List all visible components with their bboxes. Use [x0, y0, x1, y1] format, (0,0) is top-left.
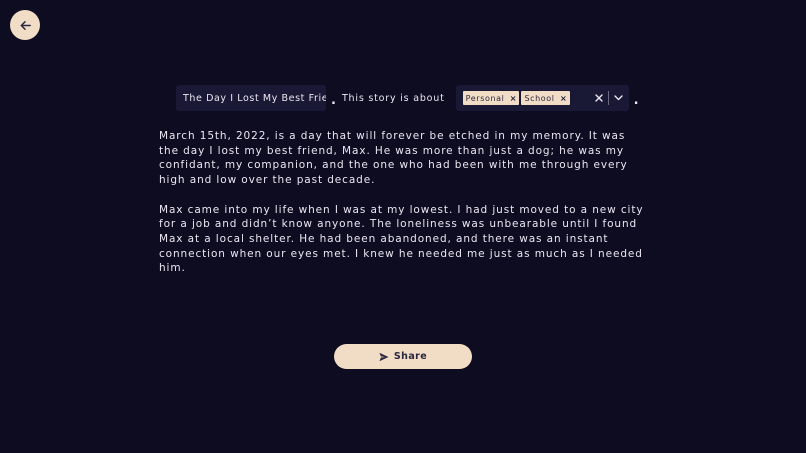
story-paragraph: March 15th, 2022, is a day that will for…: [159, 130, 628, 187]
arrow-left-icon: [20, 20, 31, 30]
dropdown-toggle[interactable]: [613, 90, 625, 106]
about-label: This story is about: [341, 92, 445, 104]
close-icon: [594, 94, 603, 102]
trailing-dot: .: [633, 92, 639, 108]
tag-remove-button[interactable]: ×: [558, 91, 570, 105]
back-button[interactable]: [10, 10, 40, 40]
story-header: The Day I Lost My Best Frier . This stor…: [176, 85, 645, 111]
separator-dot: .: [331, 92, 336, 108]
tag-remove-button[interactable]: ×: [507, 91, 519, 105]
tag-multiselect[interactable]: Personal × School ×: [455, 85, 629, 111]
tag-chip-school: School ×: [521, 91, 570, 105]
story-title-value: The Day I Lost My Best Frier: [183, 92, 326, 104]
story-paragraph: Max came into my life when I was at my l…: [159, 203, 644, 275]
story-body[interactable]: March 15th, 2022, is a day that will for…: [159, 129, 649, 291]
select-divider: [607, 91, 609, 105]
chevron-down-icon: [614, 95, 623, 101]
story-title-input[interactable]: The Day I Lost My Best Frier: [176, 85, 326, 111]
clear-tags-button[interactable]: [594, 90, 604, 106]
story-editor-page: The Day I Lost My Best Frier . This stor…: [0, 0, 806, 453]
share-button[interactable]: Share: [334, 344, 472, 369]
send-icon: [379, 352, 389, 361]
share-label: Share: [393, 351, 428, 362]
tag-chip-personal: Personal ×: [462, 91, 520, 105]
tag-label: School: [524, 93, 555, 103]
tag-label: Personal: [465, 93, 505, 103]
